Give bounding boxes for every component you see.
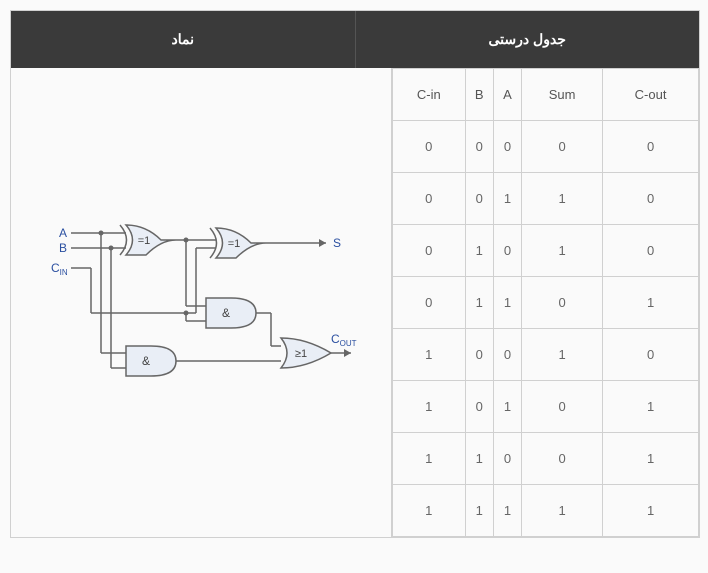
and-gate-bottom: & [126,346,176,376]
truth-cell: 1 [393,485,466,537]
truth-cell: 1 [493,173,521,225]
truth-table: C-inBASumC-out 0000000110010100110110010… [392,68,699,537]
truth-cell: 0 [522,121,603,173]
or-gate: ≥1 [281,338,331,368]
svg-text:&: & [222,306,230,320]
svg-text:=1: =1 [138,235,151,247]
table-row: 10101 [393,381,699,433]
truth-col-header: C-out [603,69,699,121]
truth-cell: 1 [493,277,521,329]
truth-cell: 0 [603,225,699,277]
body-row: =1 =1 & & [11,68,699,537]
truth-cell: 1 [522,173,603,225]
table-row: 00000 [393,121,699,173]
truth-cell: 1 [465,433,493,485]
truth-cell: 1 [393,329,466,381]
truth-cell: 0 [522,433,603,485]
table-row: 00110 [393,173,699,225]
truth-cell: 1 [603,277,699,329]
truth-cell: 0 [465,381,493,433]
truth-cell: 1 [522,485,603,537]
label-b: B [59,241,67,255]
truth-cell: 0 [603,173,699,225]
truth-cell: 1 [465,277,493,329]
truth-cell: 1 [465,225,493,277]
truth-cell: 0 [393,121,466,173]
label-cin: CIN [51,261,68,277]
header-symbol: نماد [11,11,355,68]
truth-cell: 0 [393,225,466,277]
truth-cell: 0 [393,173,466,225]
truth-cell: 0 [465,121,493,173]
xor-gate-1: =1 [120,225,176,255]
truth-cell: 1 [493,485,521,537]
truth-col-header: B [465,69,493,121]
truth-cell: 0 [603,121,699,173]
truth-cell: 0 [522,277,603,329]
truth-cell: 1 [603,433,699,485]
header-row: نماد جدول درستی [11,11,699,68]
svg-text:=1: =1 [228,238,241,250]
diagram-pane: =1 =1 & & [11,68,392,537]
table-row: 10010 [393,329,699,381]
truth-cell: 1 [522,329,603,381]
svg-text:≥1: ≥1 [295,348,307,360]
truth-cell: 0 [603,329,699,381]
table-row: 01101 [393,277,699,329]
header-truth: جدول درستی [355,11,700,68]
truth-cell: 1 [393,433,466,485]
truth-cell: 0 [493,121,521,173]
svg-text:&: & [142,354,150,368]
truth-col-header: A [493,69,521,121]
truth-col-header: C-in [393,69,466,121]
xor-gate-2: =1 [210,228,266,258]
truth-cell: 1 [393,381,466,433]
truth-col-header: Sum [522,69,603,121]
truth-cell: 0 [493,225,521,277]
truth-cell: 0 [465,173,493,225]
truth-table-pane: C-inBASumC-out 0000000110010100110110010… [392,68,699,537]
label-cout: COUT [331,332,357,348]
full-adder-diagram: =1 =1 & & [31,193,371,413]
table-row: 11001 [393,433,699,485]
full-adder-panel: نماد جدول درستی [10,10,700,538]
and-gate-mid: & [206,298,256,328]
truth-cell: 1 [603,485,699,537]
truth-cell: 0 [493,329,521,381]
truth-cell: 1 [603,381,699,433]
table-row: 01010 [393,225,699,277]
label-s: S [333,236,341,250]
truth-cell: 1 [465,485,493,537]
truth-cell: 0 [493,433,521,485]
truth-cell: 0 [393,277,466,329]
truth-cell: 1 [522,225,603,277]
truth-cell: 0 [465,329,493,381]
truth-cell: 0 [522,381,603,433]
truth-cell: 1 [493,381,521,433]
table-row: 11111 [393,485,699,537]
label-a: A [59,226,67,240]
